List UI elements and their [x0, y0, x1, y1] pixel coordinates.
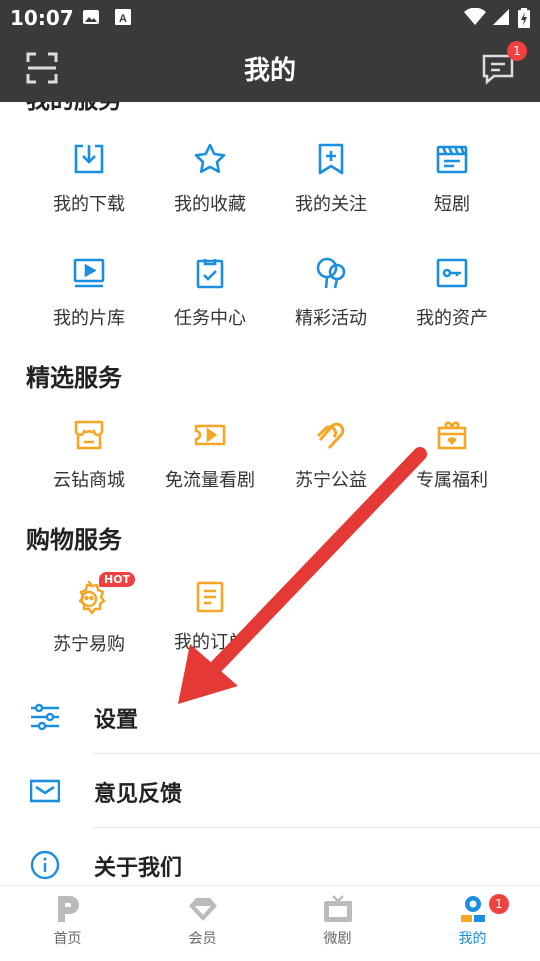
- service-my-orders[interactable]: 我的订单: [150, 580, 270, 654]
- message-badge: 1: [507, 41, 527, 61]
- tab-home[interactable]: 首页: [0, 894, 135, 948]
- service-free-traffic[interactable]: 免流量看剧: [150, 418, 270, 492]
- tab-bar: 首页 会员 微剧 我的 1: [0, 885, 540, 961]
- status-bar: 10:07 A: [0, 0, 540, 36]
- image-notification-icon: [82, 8, 100, 30]
- settings-row[interactable]: 设置: [0, 680, 540, 754]
- service-task-center[interactable]: 任务中心: [150, 256, 270, 330]
- home-logo-icon: [57, 896, 79, 922]
- video-library-icon: [73, 258, 105, 288]
- service-exclusive-welfare[interactable]: 专属福利: [392, 418, 512, 492]
- order-document-icon: [196, 581, 224, 613]
- free-traffic-ticket-icon: [194, 424, 226, 446]
- envelope-icon: [30, 779, 60, 803]
- info-icon: [30, 850, 60, 880]
- tab-member[interactable]: 会员: [135, 894, 270, 948]
- charity-heart-icon: [316, 422, 345, 450]
- section-title-my-services: 我的服务: [26, 102, 122, 115]
- section-title-shopping-services: 购物服务: [26, 526, 122, 554]
- key-card-icon: [436, 258, 468, 288]
- bookmark-plus-icon: [318, 143, 344, 175]
- service-my-favorites[interactable]: 我的收藏: [150, 142, 270, 216]
- tab-micro-drama[interactable]: 微剧: [270, 894, 405, 948]
- page-title: 我的: [243, 56, 296, 86]
- main-content: 我的服务 我的下载 我的收藏 我的关注 短剧 我的片库 任务中心 精彩活动 我的…: [0, 102, 540, 885]
- sliders-icon: [31, 703, 59, 731]
- task-clipboard-icon: [196, 259, 224, 289]
- status-time: 10:07: [10, 6, 74, 30]
- svg-text:A: A: [119, 13, 127, 25]
- gift-icon: [437, 421, 467, 450]
- hot-badge: HOT: [99, 572, 136, 587]
- diamond-icon: [188, 898, 217, 921]
- tab-badge: 1: [489, 894, 509, 914]
- about-row[interactable]: 关于我们: [0, 828, 540, 885]
- star-icon: [194, 143, 226, 173]
- service-my-follows[interactable]: 我的关注: [271, 142, 391, 216]
- download-icon: [74, 144, 104, 174]
- clapperboard-icon: [436, 145, 468, 174]
- service-short-drama[interactable]: 短剧: [392, 142, 512, 216]
- service-my-assets[interactable]: 我的资产: [392, 256, 512, 330]
- balloons-icon: [316, 257, 346, 289]
- tab-mine[interactable]: 我的 1: [405, 894, 540, 948]
- service-suning-yigou[interactable]: HOT 苏宁易购: [29, 572, 149, 656]
- signal-icon: [492, 8, 510, 30]
- service-my-library[interactable]: 我的片库: [29, 256, 149, 330]
- service-charity[interactable]: 苏宁公益: [271, 418, 391, 492]
- service-cloud-diamond-mall[interactable]: 云钻商城: [29, 418, 149, 492]
- section-title-selected-services: 精选服务: [26, 364, 122, 392]
- feedback-row[interactable]: 意见反馈: [0, 754, 540, 828]
- service-my-download[interactable]: 我的下载: [29, 142, 149, 216]
- service-events[interactable]: 精彩活动: [271, 256, 391, 330]
- profile-icon: [460, 896, 485, 922]
- shop-icon: [74, 420, 104, 450]
- battery-icon: [518, 8, 530, 32]
- header: 我的 1: [0, 36, 540, 102]
- tv-icon: [323, 895, 352, 922]
- text-notification-icon: A: [114, 8, 132, 30]
- wifi-icon: [464, 7, 486, 30]
